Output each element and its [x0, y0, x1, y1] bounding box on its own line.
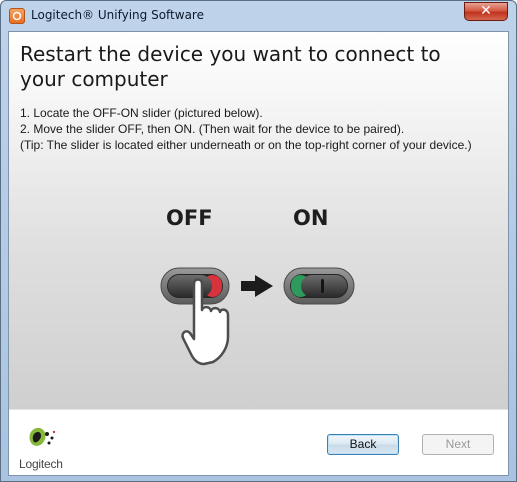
back-button[interactable]: Back [327, 434, 399, 455]
logitech-logo-icon [29, 427, 56, 446]
logitech-logo: Logitech [19, 424, 75, 471]
footer-bar: Logitech Back Next [9, 409, 508, 475]
instruction-step-1: 1. Locate the OFF-ON slider (pictured be… [20, 106, 263, 120]
close-button[interactable]: ✕ [464, 2, 508, 21]
title-bar[interactable]: Logitech® Unifying Software ✕ [1, 1, 516, 31]
next-button[interactable]: Next [422, 434, 494, 455]
instruction-step-2: 2. Move the slider OFF, then ON. (Then w… [20, 122, 405, 136]
window-title: Logitech® Unifying Software [31, 8, 204, 22]
logitech-app-icon [9, 8, 25, 24]
close-icon: ✕ [480, 3, 492, 19]
page-heading: Restart the device you want to connect t… [20, 42, 441, 91]
slider-on-icon [283, 267, 355, 305]
unifying-window: Logitech® Unifying Software ✕ Restart th… [0, 0, 517, 482]
instructions: 1. Locate the OFF-ON slider (pictured be… [20, 105, 490, 153]
client-area: Restart the device you want to connect t… [8, 31, 509, 476]
logo-wordmark: Logitech [19, 457, 63, 471]
arrow-right-icon [241, 275, 273, 297]
instruction-tip: (Tip: The slider is located either under… [20, 138, 472, 152]
content-panel: Restart the device you want to connect t… [9, 32, 508, 409]
